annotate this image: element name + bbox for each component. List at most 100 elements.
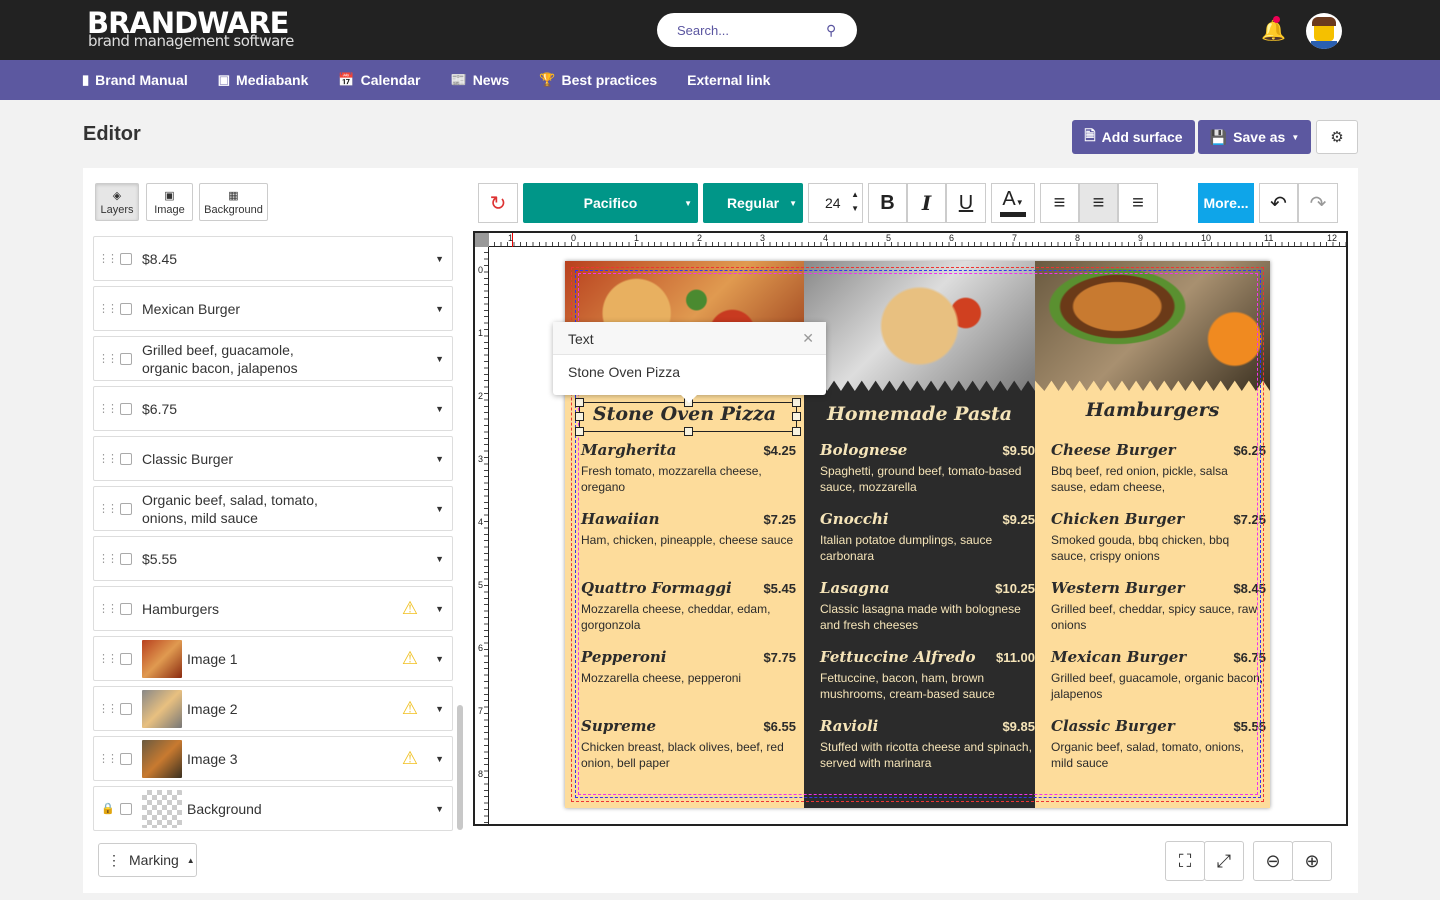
layer-item[interactable]: ⋮⋮ $6.75 ▼ <box>93 386 453 431</box>
caret-down-icon[interactable]: ▼ <box>435 804 444 814</box>
font-style-value: Regular <box>726 195 780 211</box>
caret-down-icon[interactable]: ▼ <box>435 554 444 564</box>
layer-checkbox[interactable] <box>120 252 132 265</box>
resize-handle[interactable] <box>792 427 801 436</box>
fullscreen-button[interactable]: ⤢ <box>1204 841 1244 881</box>
drag-handle-icon[interactable]: ⋮⋮ <box>94 552 120 565</box>
settings-button[interactable]: ⚙ <box>1316 120 1358 154</box>
drag-handle-icon[interactable]: ⋮⋮ <box>94 702 120 715</box>
layer-checkbox[interactable] <box>120 352 132 365</box>
resize-handle[interactable] <box>575 398 584 407</box>
layer-checkbox[interactable] <box>120 502 132 515</box>
drag-handle-icon[interactable]: ⋮⋮ <box>94 302 120 315</box>
drag-handle-icon[interactable]: ⋮⋮ <box>94 352 120 365</box>
layer-item[interactable]: ⋮⋮ $8.45 ▼ <box>93 236 453 281</box>
caret-down-icon[interactable]: ▼ <box>435 354 444 364</box>
save-as-button[interactable]: 💾 Save as ▼ <box>1198 120 1311 154</box>
reset-button[interactable]: ↻ <box>478 183 518 223</box>
layers-scrollbar[interactable] <box>457 705 463 830</box>
font-size-stepper[interactable]: 24 ▲ ▼ <box>808 183 863 223</box>
selection-box[interactable] <box>575 398 801 436</box>
tab-background[interactable]: ▦ Background <box>199 183 268 221</box>
resize-handle[interactable] <box>575 427 584 436</box>
align-center-button[interactable]: ≡ <box>1079 183 1118 223</box>
resize-handle[interactable] <box>792 412 801 421</box>
image-icon: ▣ <box>217 72 231 87</box>
layer-checkbox[interactable] <box>120 652 132 665</box>
tab-layers[interactable]: ◈ Layers <box>95 183 139 221</box>
caret-down-icon[interactable]: ▼ <box>435 754 444 764</box>
layer-item[interactable]: ⋮⋮ Classic Burger ▼ <box>93 436 453 481</box>
drag-handle-icon[interactable]: ⋮⋮ <box>94 402 120 415</box>
fit-screen-button[interactable]: ⛶ <box>1165 841 1205 881</box>
layer-item[interactable]: ⋮⋮ Image 1 ⚠ ▼ <box>93 636 453 681</box>
layer-checkbox[interactable] <box>120 402 132 415</box>
resize-handle[interactable] <box>684 427 693 436</box>
layer-item[interactable]: ⋮⋮ Image 2 ⚠ ▼ <box>93 686 453 731</box>
layer-item[interactable]: ⋮⋮ $5.55 ▼ <box>93 536 453 581</box>
nav-best-practices[interactable]: 🏆 Best practices <box>539 60 657 100</box>
caret-down-icon[interactable]: ▼ <box>435 604 444 614</box>
layer-checkbox[interactable] <box>120 452 132 465</box>
text-color-button[interactable]: A▼ <box>991 183 1035 223</box>
layer-checkbox[interactable] <box>120 702 132 715</box>
undo-button[interactable]: ↶ <box>1259 183 1298 223</box>
caret-down-icon[interactable]: ▼ <box>435 304 444 314</box>
font-family-select[interactable]: Pacifico ▼ <box>523 183 698 223</box>
layer-checkbox[interactable] <box>120 602 132 615</box>
stepper-arrows-icon[interactable]: ▲ ▼ <box>851 188 859 216</box>
layer-item[interactable]: ⋮⋮ Image 3 ⚠ ▼ <box>93 736 453 781</box>
zoom-out-button[interactable]: ⊖ <box>1253 841 1293 881</box>
drag-handle-icon[interactable]: ⋮⋮ <box>94 452 120 465</box>
drag-handle-icon[interactable]: ⋮⋮ <box>94 602 120 615</box>
align-left-button[interactable]: ≡ <box>1040 183 1079 223</box>
caret-down-icon[interactable]: ▼ <box>435 704 444 714</box>
drag-handle-icon[interactable]: ⋮⋮ <box>94 252 120 265</box>
marking-dropdown[interactable]: ⋮ Marking ▲ <box>98 843 197 877</box>
text-value-field[interactable]: Stone Oven Pizza <box>553 355 826 389</box>
drag-handle-icon[interactable]: ⋮⋮ <box>94 502 120 515</box>
drag-handle-icon[interactable]: ⋮⋮ <box>94 752 120 765</box>
italic-button[interactable]: I <box>907 183 946 223</box>
nav-news[interactable]: 📰 News <box>451 60 510 100</box>
zoom-in-icon: ⊕ <box>1304 850 1320 871</box>
lock-icon[interactable]: 🔒 <box>94 802 120 815</box>
caret-down-icon[interactable]: ▼ <box>435 454 444 464</box>
search-icon[interactable]: ⚲ <box>826 22 836 39</box>
layer-item[interactable]: 🔒 Background ▼ <box>93 786 453 831</box>
resize-handle[interactable] <box>575 412 584 421</box>
layer-item[interactable]: ⋮⋮ Organic beef, salad, tomato, onions, mi… <box>93 486 453 531</box>
zoom-in-button[interactable]: ⊕ <box>1292 841 1332 881</box>
ruler-tick-label: 12 <box>1327 233 1338 243</box>
avatar[interactable] <box>1306 13 1342 49</box>
bold-button[interactable]: B <box>868 183 907 223</box>
caret-down-icon[interactable]: ▼ <box>435 404 444 414</box>
resize-handle[interactable] <box>792 398 801 407</box>
layer-checkbox[interactable] <box>120 752 132 765</box>
align-right-button[interactable]: ≡ <box>1118 183 1158 223</box>
nav-mediabank[interactable]: ▣ Mediabank <box>218 60 309 100</box>
more-button[interactable]: More... <box>1198 183 1254 223</box>
layer-checkbox[interactable] <box>120 302 132 315</box>
layer-item[interactable]: ⋮⋮ Grilled beef, guacamole, organic bacon,… <box>93 336 453 381</box>
drag-handle-icon[interactable]: ⋮⋮ <box>94 652 120 665</box>
underline-button[interactable]: U <box>946 183 986 223</box>
tab-image[interactable]: ▣ Image <box>146 183 193 221</box>
bell-icon[interactable]: 🔔 <box>1261 16 1286 43</box>
layer-label: Image 1 <box>187 650 238 667</box>
nav-brand-manual[interactable]: ▮ Brand Manual <box>82 60 188 100</box>
font-style-select[interactable]: Regular ▼ <box>703 183 803 223</box>
caret-down-icon[interactable]: ▼ <box>435 654 444 664</box>
layer-item[interactable]: ⋮⋮ Mexican Burger ▼ <box>93 286 453 331</box>
nav-calendar[interactable]: 📅 Calendar <box>338 60 420 100</box>
layer-item[interactable]: ⋮⋮ Hamburgers ⚠ ▼ <box>93 586 453 631</box>
caret-down-icon[interactable]: ▼ <box>435 504 444 514</box>
caret-down-icon[interactable]: ▼ <box>435 254 444 264</box>
redo-button[interactable]: ↷ <box>1298 183 1338 223</box>
add-surface-button[interactable]: 🗎 Add surface <box>1072 120 1195 154</box>
nav-external-link[interactable]: External link <box>687 60 770 100</box>
layer-label: Organic beef, salad, tomato, onions, mild… <box>142 491 318 526</box>
close-icon[interactable]: ✕ <box>802 330 814 347</box>
layer-checkbox[interactable] <box>120 802 132 815</box>
layer-checkbox[interactable] <box>120 552 132 565</box>
